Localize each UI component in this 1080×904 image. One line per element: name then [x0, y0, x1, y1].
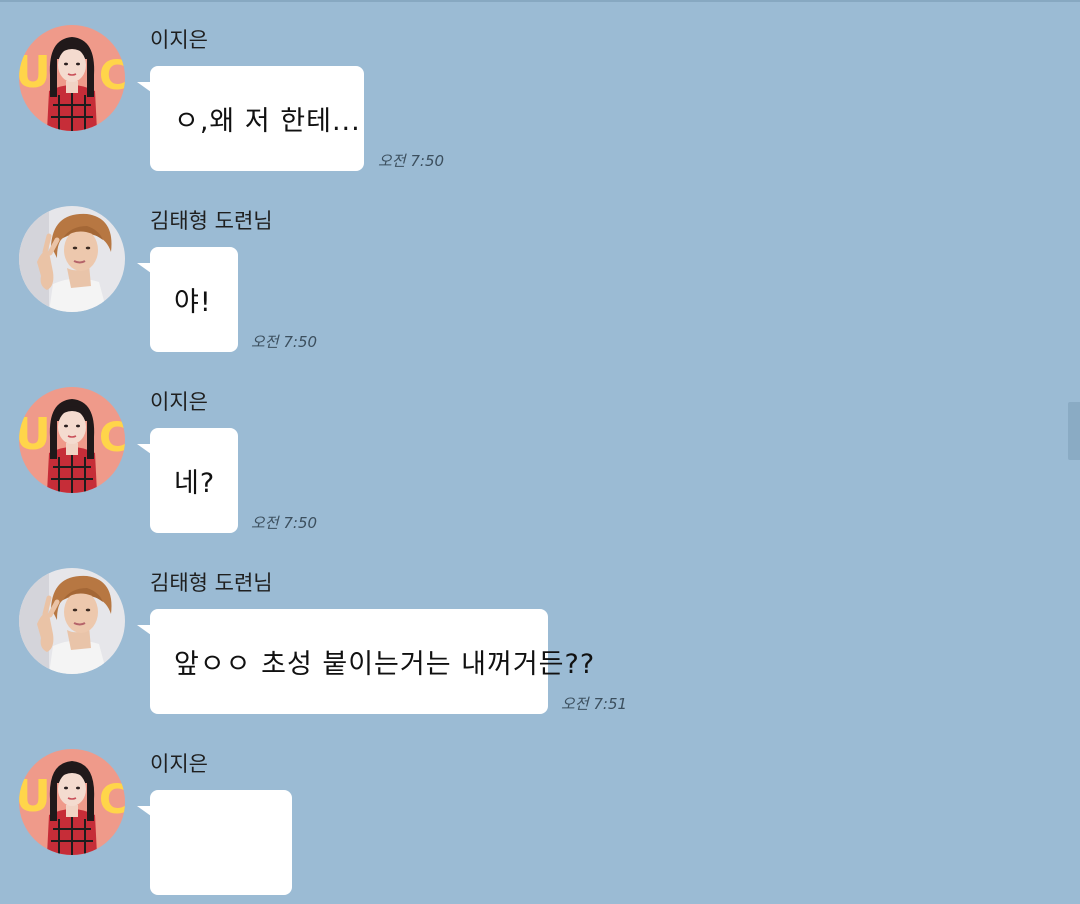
- message-timestamp: 오전 7:51: [561, 695, 628, 713]
- svg-text:U: U: [19, 47, 51, 98]
- taehyung-avatar-icon: [19, 206, 125, 312]
- svg-text:U: U: [19, 771, 51, 822]
- message-timestamp: 오전 7:50: [251, 514, 318, 532]
- message-bubble[interactable]: [137, 790, 292, 895]
- svg-text:C: C: [99, 415, 125, 461]
- message-timestamp: 오전 7:50: [251, 333, 318, 351]
- chat-message: 김태형 도련님 야! 오전 7:50: [0, 181, 1080, 361]
- profile-avatar[interactable]: U C: [19, 387, 125, 493]
- svg-text:C: C: [99, 777, 125, 823]
- chat-message: U C 이지은 ㅇ,왜 저 한테... 오전 7:50: [0, 0, 1080, 180]
- chat-message-list[interactable]: U C 이지은 ㅇ,왜 저 한테... 오전 7:50 김태형 도련님 야! 오…: [0, 0, 1080, 895]
- profile-avatar[interactable]: [19, 206, 125, 312]
- chat-message: 김태형 도련님 앞ㅇㅇ 초성 붙이는거는 내꺼거든?? 오전 7:51: [0, 543, 1080, 723]
- taehyung-avatar-icon: [19, 568, 125, 674]
- profile-avatar[interactable]: U C: [19, 25, 125, 131]
- sender-name: 이지은: [150, 390, 208, 414]
- sender-name: 김태형 도련님: [150, 209, 273, 233]
- message-text: 앞ㅇㅇ 초성 붙이는거는 내꺼거든??: [174, 649, 596, 680]
- svg-text:U: U: [19, 409, 51, 460]
- profile-avatar[interactable]: U C: [19, 749, 125, 855]
- message-text: ㅇ,왜 저 한테...: [174, 106, 361, 137]
- iu-avatar-icon: U C: [19, 749, 125, 855]
- message-bubble[interactable]: 네?: [137, 428, 238, 533]
- message-bubble[interactable]: 앞ㅇㅇ 초성 붙이는거는 내꺼거든??: [137, 609, 594, 714]
- sender-name: 이지은: [150, 752, 208, 776]
- message-bubble[interactable]: ㅇ,왜 저 한테...: [137, 66, 364, 171]
- iu-avatar-icon: U C: [19, 25, 125, 131]
- message-timestamp: 오전 7:50: [378, 152, 445, 170]
- sender-name: 이지은: [150, 28, 208, 52]
- profile-avatar[interactable]: [19, 568, 125, 674]
- message-bubble[interactable]: 야!: [137, 247, 238, 352]
- chat-message: U C 이지은 네? 오전 7:50: [0, 362, 1080, 542]
- chat-message: U C 이지은: [0, 724, 1080, 904]
- sender-name: 김태형 도련님: [150, 571, 273, 595]
- iu-avatar-icon: U C: [19, 387, 125, 493]
- scrollbar-thumb[interactable]: [1068, 402, 1080, 460]
- svg-text:C: C: [99, 53, 125, 99]
- message-text: 야!: [174, 287, 212, 318]
- message-text: 네?: [174, 468, 216, 499]
